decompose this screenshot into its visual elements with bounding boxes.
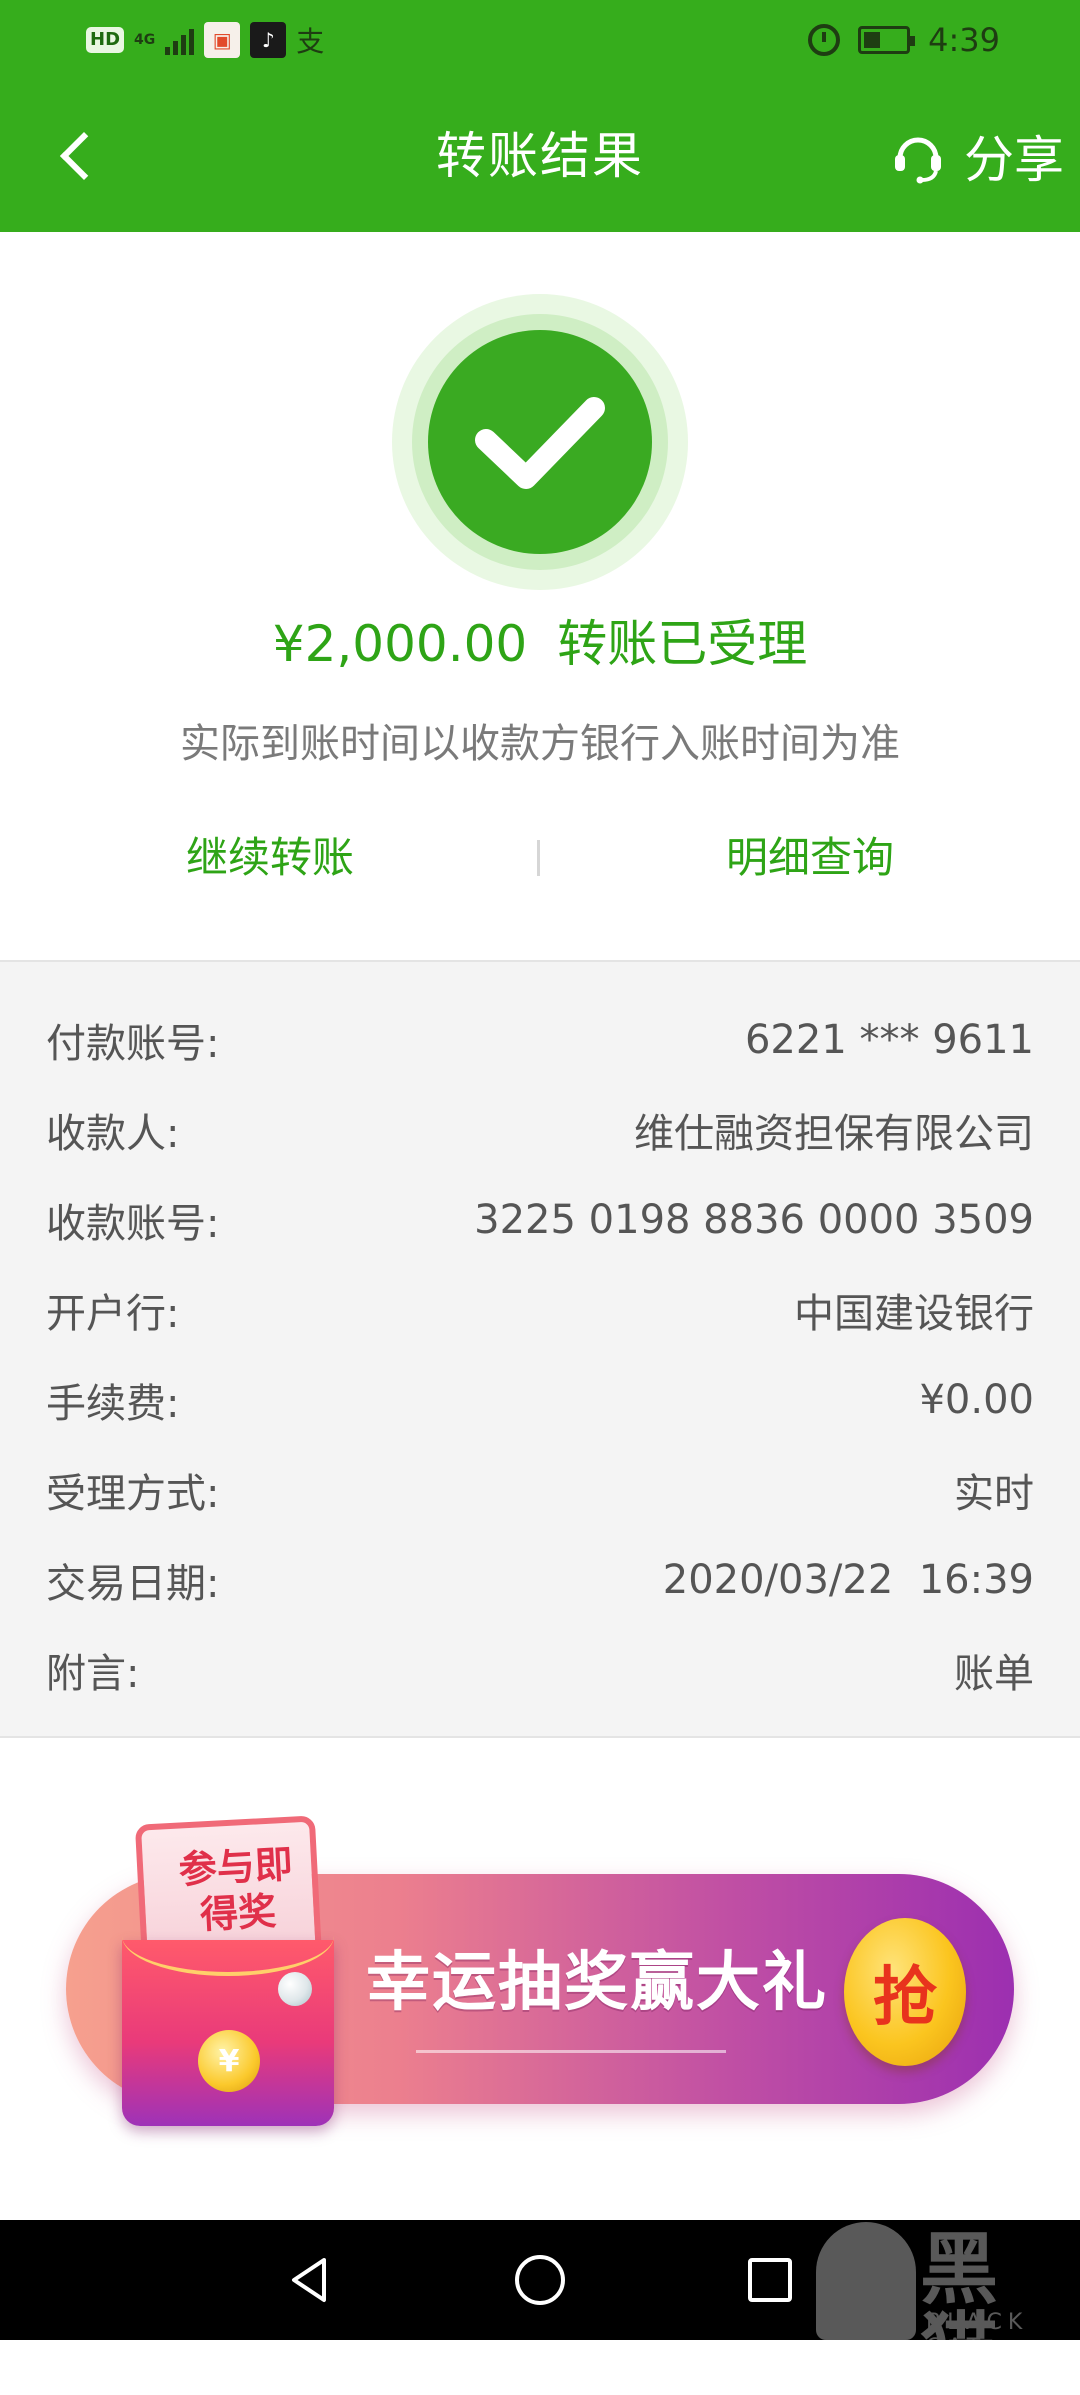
- coin-icon: ¥: [198, 2030, 260, 2092]
- black-cat-watermark: 黑猫 BLACK CAT: [810, 2222, 1080, 2390]
- navigation-bar: 转账结果 分享: [0, 80, 1080, 232]
- detail-row-method: 受理方式: 实时: [46, 1454, 1034, 1526]
- transfer-status: 转账已受理: [557, 615, 808, 673]
- arrival-note: 实际到账时间以收款方银行入账时间为准: [180, 721, 900, 767]
- envelope-card-text: 参与即 得奖: [160, 1840, 315, 1940]
- status-time: 4:39: [928, 21, 1000, 59]
- top-bar: HD 4G ▣ ♪ 支 4:39 转账结果 分享: [0, 0, 1080, 232]
- detail-label: 收款账号:: [46, 1201, 220, 1247]
- status-bar: HD 4G ▣ ♪ 支 4:39: [0, 0, 1080, 80]
- triangle-back-icon: [292, 2258, 326, 2302]
- watermark-subtext: BLACK CAT: [926, 2310, 1029, 2360]
- detail-value: 3225 0198 8836 0000 3509: [474, 1197, 1034, 1243]
- battery-icon: [858, 26, 916, 54]
- detail-row-payer-account: 付款账号: 6221 *** 9611: [46, 1004, 1034, 1076]
- detail-value: 2020/03/22 16:39: [662, 1557, 1034, 1603]
- detail-label: 手续费:: [46, 1381, 180, 1427]
- detail-label: 受理方式:: [46, 1471, 220, 1517]
- cat-logo-icon: [816, 2222, 916, 2340]
- banner-headline: 幸运抽奖赢大礼: [366, 1946, 828, 2020]
- envelope-text-line-1: 参与即: [177, 1842, 294, 1892]
- detail-value: 中国建设银行: [794, 1291, 1034, 1337]
- share-label: 分享: [964, 131, 1064, 189]
- network-type: 4G: [134, 32, 156, 48]
- detail-row-bank: 开户行: 中国建设银行: [46, 1274, 1034, 1346]
- detail-value: ¥0.00: [919, 1377, 1034, 1423]
- detail-row-date: 交易日期: 2020/03/22 16:39: [46, 1544, 1034, 1616]
- detail-row-payee-account: 收款账号: 3225 0198 8836 0000 3509: [46, 1184, 1034, 1256]
- amount-status-line: ¥2,000.00 转账已受理: [0, 612, 1080, 676]
- transfer-amount: ¥2,000.00: [272, 615, 528, 673]
- detail-label: 交易日期:: [46, 1561, 220, 1607]
- transfer-result: ¥2,000.00 转账已受理 实际到账时间以收款方银行入账时间为准 继续转账 明…: [0, 232, 1080, 960]
- detail-value: 6221 *** 9611: [744, 1017, 1034, 1063]
- transfer-details: 付款账号: 6221 *** 9611 收款人: 维仕融资担保有限公司 收款账号…: [0, 960, 1080, 1738]
- red-envelope-icon: 参与即 得奖 ¥: [52, 1815, 334, 2126]
- detail-row-remark: 附言: 账单: [46, 1634, 1034, 1706]
- circle-home-icon: [515, 2255, 565, 2305]
- share-button[interactable]: 分享: [890, 116, 1064, 196]
- alarm-icon: [808, 24, 841, 56]
- pearl-icon: [278, 1972, 312, 2006]
- square-recents-icon: [748, 2258, 792, 2302]
- success-check-icon: [390, 292, 690, 592]
- detail-label: 开户行:: [46, 1291, 180, 1337]
- promo-section: 幸运抽奖赢大礼 抢 参与即 得奖 ¥: [0, 1738, 1080, 2220]
- detail-value: 维仕融资担保有限公司: [634, 1111, 1034, 1157]
- detail-label: 附言:: [46, 1651, 140, 1697]
- detail-row-fee: 手续费: ¥0.00: [46, 1364, 1034, 1436]
- detail-value: 实时: [954, 1471, 1034, 1517]
- banner-underline: [416, 2050, 726, 2053]
- hd-badge: HD: [86, 27, 125, 53]
- tiktok-icon: ♪: [250, 22, 287, 58]
- detail-row-payee: 收款人: 维仕融资担保有限公司: [46, 1094, 1034, 1166]
- detail-value: 账单: [954, 1651, 1034, 1697]
- headset-icon: [890, 128, 946, 184]
- detail-label: 付款账号:: [46, 1021, 220, 1067]
- signal-icon: [165, 25, 195, 55]
- status-right: 4:39: [808, 18, 1000, 62]
- envelope-text-line-2: 得奖: [199, 1889, 278, 1937]
- detail-label: 收款人:: [46, 1111, 180, 1157]
- grab-button[interactable]: 抢: [844, 1918, 966, 2066]
- continue-transfer-button[interactable]: 继续转账: [0, 822, 540, 894]
- nav-recents-button[interactable]: [740, 2250, 800, 2310]
- status-left: HD 4G ▣ ♪ 支: [86, 22, 324, 58]
- nav-back-button[interactable]: [280, 2250, 340, 2310]
- alipay-icon: 支: [296, 25, 325, 58]
- detail-query-button[interactable]: 明细查询: [540, 822, 1080, 894]
- nav-home-button[interactable]: [510, 2250, 570, 2310]
- result-actions: 继续转账 明细查询: [0, 822, 1080, 894]
- bus-app-icon: ▣: [204, 22, 241, 58]
